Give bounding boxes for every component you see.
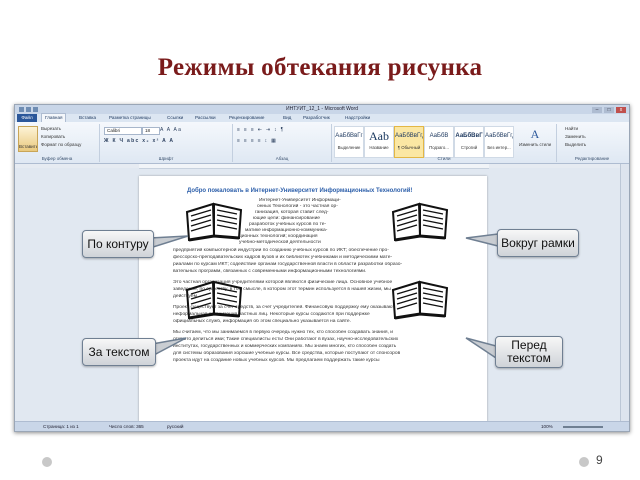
callout-pointer-contour: [149, 235, 189, 250]
callout-frame: Вокруг рамки: [497, 229, 579, 257]
callout-pointer-frame: [465, 233, 499, 247]
callout-behind: За текстом: [82, 338, 156, 366]
callout-pointer-behind: [151, 337, 187, 358]
callout-front: Перед текстом: [495, 336, 563, 368]
slide-page-number: 9: [596, 453, 603, 467]
previous-slide-button[interactable]: [42, 457, 52, 467]
callout-pointer-front: [465, 337, 497, 360]
next-slide-button[interactable]: [579, 457, 589, 467]
callout-contour: По контуру: [82, 230, 154, 258]
